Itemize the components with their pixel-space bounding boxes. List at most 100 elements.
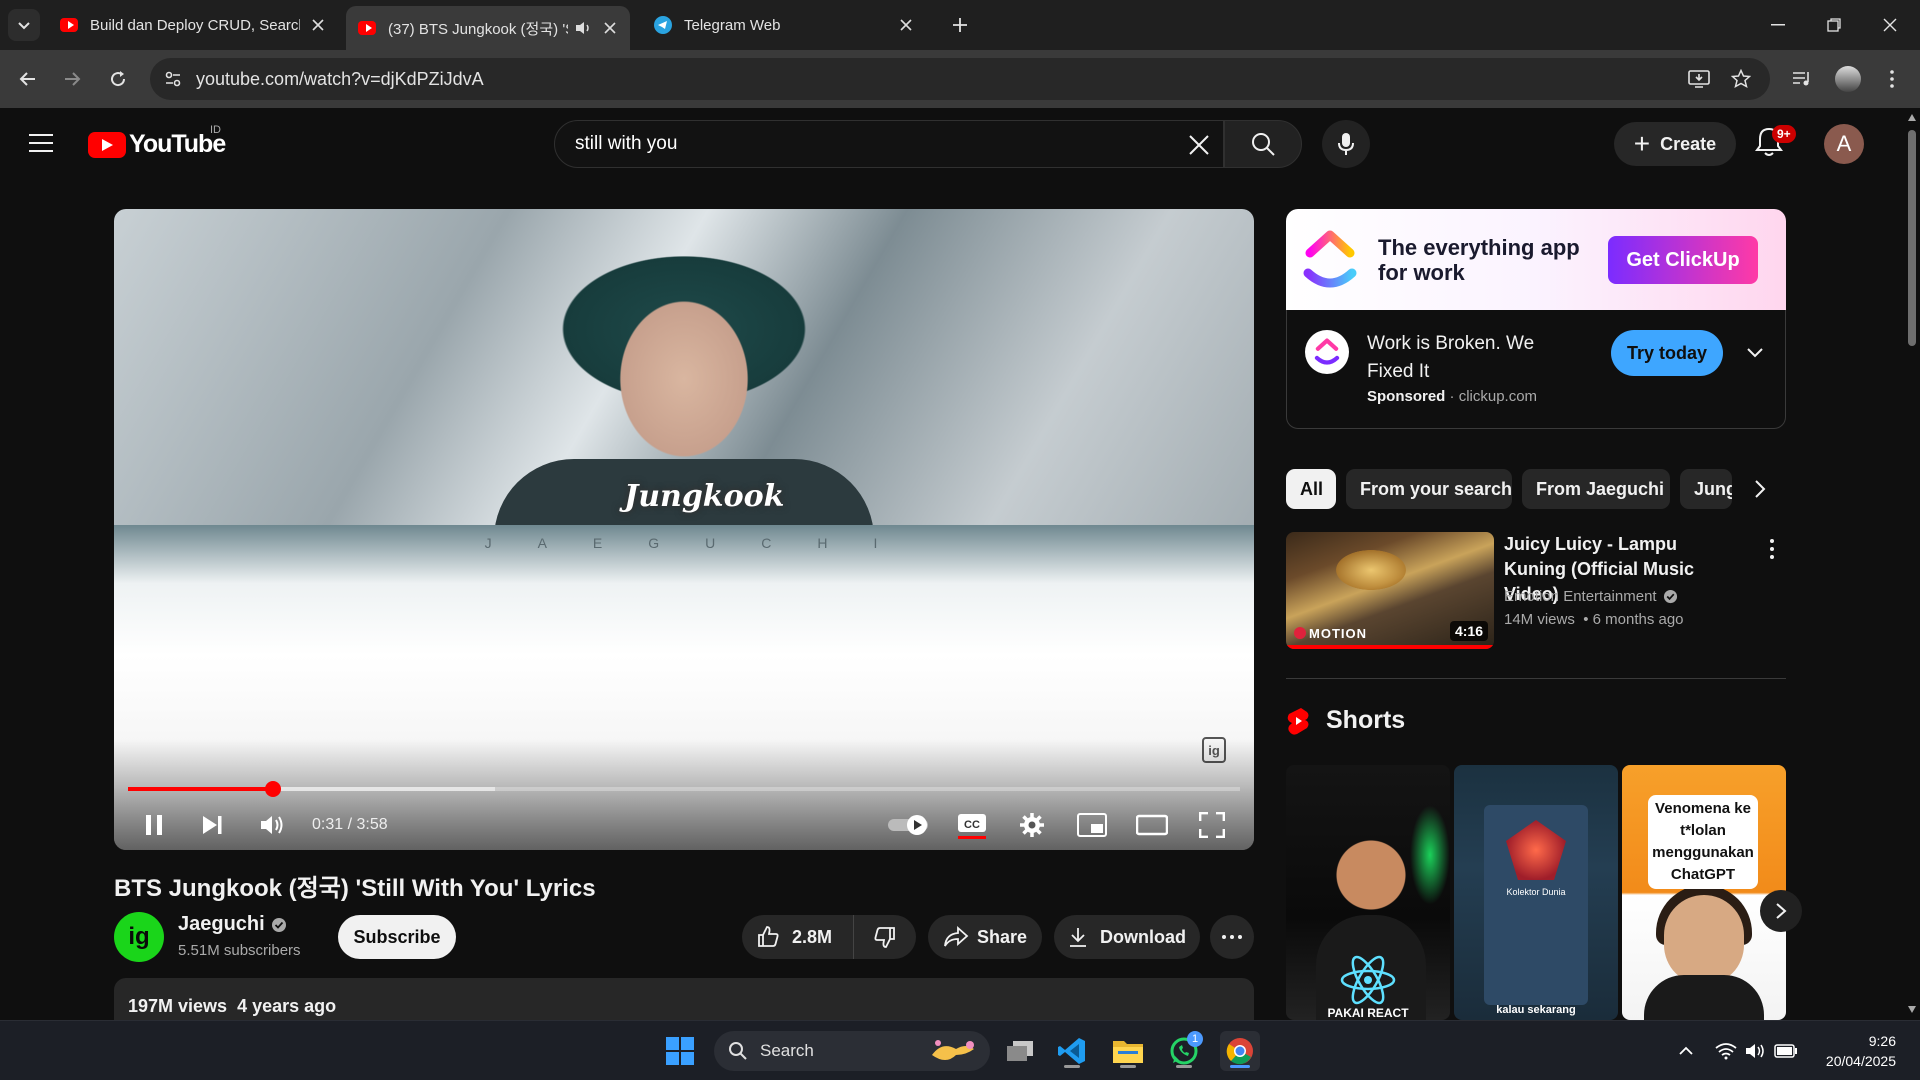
share-button[interactable]: Share [928,915,1042,959]
search-button[interactable] [1224,120,1302,168]
miniplayer-icon [1077,813,1107,837]
browser-menu-button[interactable] [1876,63,1908,95]
autoplay-toggle[interactable] [884,805,934,845]
tab-build-deploy[interactable]: Build dan Deploy CRUD, Search [48,8,338,42]
chip-from-your-search[interactable]: From your search [1346,469,1512,509]
ad-sponsored-label: Sponsored [1367,388,1446,405]
chip-jungkook[interactable]: Jungkook [1680,469,1732,509]
short-card[interactable]: Kolektor Dunia kalau sekarang [1454,765,1618,1020]
related-video-thumbnail[interactable]: MOTION 4:16 [1286,532,1494,649]
taskbar-search-label: Search [760,1041,814,1060]
clear-search-button[interactable] [1183,129,1215,161]
address-bar[interactable]: youtube.com/watch?v=djKdPZiJdvA [150,58,1770,100]
download-button[interactable]: Download [1054,915,1200,959]
video-player[interactable]: Jungkook JAEGUCHI ig 0:31 / 3:58 CC [114,209,1254,850]
chip-from-jaeguchi[interactable]: From Jaeguchi [1522,469,1670,509]
get-clickup-button[interactable]: Get ClickUp [1608,236,1758,284]
minimize-button[interactable] [1750,0,1806,50]
verified-badge-icon [1663,589,1677,604]
close-window-button[interactable] [1862,0,1918,50]
tab-bts-jungkook[interactable]: (37) BTS Jungkook (정국) 'Still With You' … [346,6,630,50]
account-avatar[interactable]: A [1824,124,1864,164]
scroll-down-arrow-icon[interactable] [1908,1006,1916,1013]
site-info-icon[interactable] [160,66,186,92]
scroll-up-arrow-icon[interactable] [1908,114,1916,121]
next-button[interactable] [192,805,232,845]
scroll-thumb[interactable] [1908,130,1916,346]
volume-status[interactable] [1744,1039,1768,1063]
bookmark-star-icon[interactable] [1728,66,1754,92]
close-icon[interactable] [602,20,618,36]
tab-search-button[interactable] [8,9,40,41]
fullscreen-button[interactable] [1192,805,1232,845]
close-icon[interactable] [899,17,914,33]
related-views: 14M views [1504,611,1575,628]
taskbar-search[interactable]: Search [714,1031,990,1071]
miniplayer-button[interactable] [1072,805,1112,845]
view-count: 197M views [128,996,228,1016]
reload-button[interactable] [102,63,134,95]
pause-button[interactable] [134,805,174,845]
plus-icon: + [1633,128,1651,159]
search-query[interactable]: still with you [575,133,677,155]
pause-icon [146,815,162,835]
short-card[interactable]: PAKAI REACT [1286,765,1450,1020]
create-button[interactable]: + Create [1614,122,1736,166]
try-today-button[interactable]: Try today [1611,330,1723,376]
wifi-status[interactable] [1714,1039,1738,1063]
youtube-logo[interactable]: YouTube ID [88,124,226,159]
vscode-app[interactable] [1052,1031,1092,1071]
like-button[interactable]: 2.8M [742,915,854,959]
ad-expand-button[interactable] [1743,340,1767,364]
related-channel[interactable]: Emotion Entertainment [1504,588,1678,605]
restore-button[interactable] [1806,0,1862,50]
more-actions-button[interactable] [1210,915,1254,959]
media-controls-button[interactable] [1786,63,1818,95]
progress-bar[interactable] [128,781,1240,797]
guide-menu-button[interactable] [28,132,56,156]
scrubber-handle[interactable] [264,781,281,797]
related-menu-button[interactable] [1760,534,1784,564]
shorts-logo-icon [1287,707,1309,735]
ad-banner[interactable]: The everything app for work Get ClickUp [1286,209,1786,310]
tab-telegram[interactable]: Telegram Web [642,8,926,42]
subtitles-button[interactable]: CC [952,805,992,845]
chips-next-button[interactable] [1740,469,1780,509]
ad-info-card[interactable]: Work is Broken. We Fixed It Sponsored · … [1286,310,1786,429]
battery-status[interactable] [1774,1039,1798,1063]
back-button[interactable] [12,63,44,95]
show-hidden-icons-button[interactable] [1674,1039,1698,1063]
subscribe-button[interactable]: Subscribe [338,915,456,959]
search-input[interactable]: still with you [554,120,1224,168]
profile-button[interactable] [1832,63,1864,95]
settings-button[interactable] [1012,805,1052,845]
chrome-app[interactable] [1220,1031,1260,1071]
short-card[interactable]: Venomena ke t*lolan menggunakan ChatGPT [1622,765,1786,1020]
ad-domain: clickup.com [1458,388,1538,405]
start-button[interactable] [660,1031,700,1071]
forward-button[interactable] [56,63,88,95]
time-display: 0:31 / 3:58 [312,816,388,833]
chip-all[interactable]: All [1286,469,1336,509]
file-explorer-app[interactable] [1108,1031,1148,1071]
voice-search-button[interactable] [1322,120,1370,168]
mute-button[interactable] [252,805,292,845]
system-clock[interactable]: 9:26 20/04/2025 [1810,1031,1896,1071]
volume-icon [261,816,283,834]
new-tab-button[interactable] [946,13,974,37]
channel-name[interactable]: Jaeguchi [178,913,287,936]
close-icon[interactable] [310,17,326,33]
install-app-icon[interactable] [1686,66,1712,92]
theater-mode-button[interactable] [1132,805,1172,845]
share-icon [944,926,969,947]
page-scrollbar[interactable] [1904,108,1920,1020]
speaker-icon[interactable] [574,20,592,36]
chevron-up-icon [1679,1046,1693,1055]
dislike-button[interactable] [854,925,916,949]
channel-avatar[interactable]: ig [114,912,164,962]
shorts-next-button[interactable] [1760,890,1802,932]
like-dislike-group: 2.8M [742,915,916,959]
whatsapp-app[interactable]: 1 [1164,1031,1204,1071]
url-text[interactable]: youtube.com/watch?v=djKdPZiJdvA [196,69,484,90]
task-view-button[interactable] [1000,1031,1040,1071]
